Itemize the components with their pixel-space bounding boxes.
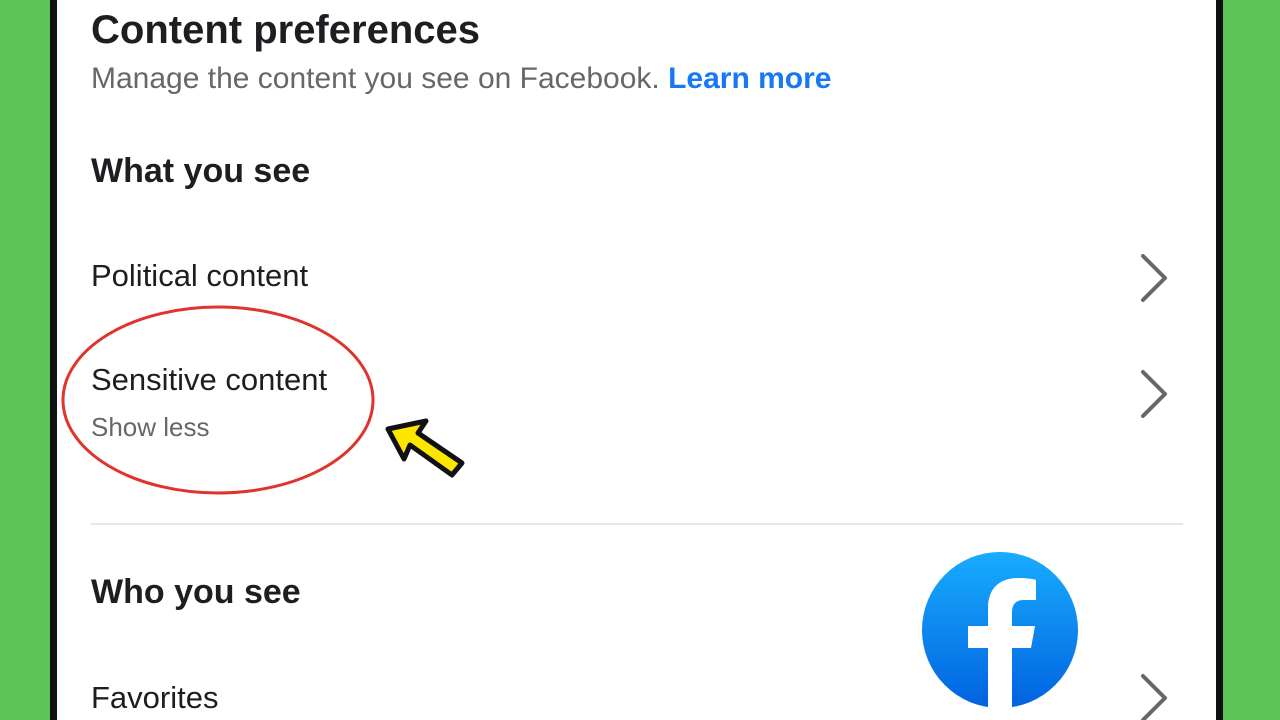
chevron-right-icon bbox=[1141, 254, 1167, 302]
learn-more-link[interactable]: Learn more bbox=[668, 62, 831, 95]
chevron-right-icon bbox=[1141, 674, 1167, 720]
row-sublabel: Show less bbox=[91, 412, 210, 442]
page-subtitle: Manage the content you see on Facebook. … bbox=[91, 62, 831, 96]
row-sensitive-content[interactable]: Sensitive content Show less bbox=[57, 350, 1216, 460]
row-label: Favorites bbox=[91, 680, 219, 715]
page-title: Content preferences bbox=[91, 8, 480, 52]
facebook-logo-icon bbox=[922, 552, 1078, 710]
row-political-content[interactable]: Political content bbox=[57, 240, 1216, 312]
row-label: Political content bbox=[91, 258, 309, 293]
row-label: Sensitive content bbox=[91, 362, 328, 397]
section-heading-what-you-see: What you see bbox=[91, 152, 311, 190]
subtitle-text: Manage the content you see on Facebook. bbox=[91, 62, 660, 95]
section-heading-who-you-see: Who you see bbox=[91, 573, 301, 611]
section-divider bbox=[91, 523, 1183, 525]
chevron-right-icon bbox=[1141, 370, 1167, 418]
